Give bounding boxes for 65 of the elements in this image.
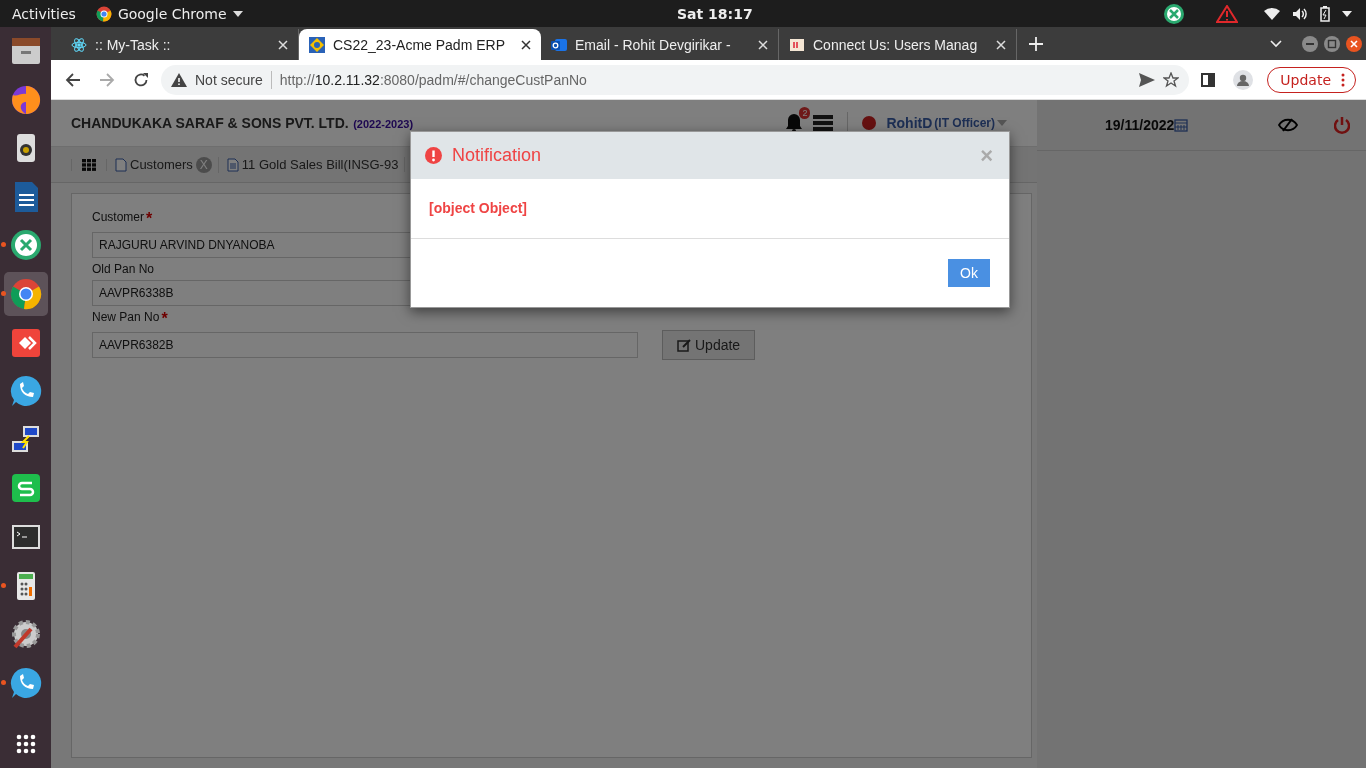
bell-icon[interactable] <box>785 113 804 133</box>
chrome-icon <box>8 276 43 311</box>
maximize-icon[interactable] <box>1324 36 1340 52</box>
address-field[interactable]: Not secure http://10.2.11.32:8080/padm/#/changeCustPanNo <box>161 64 1190 95</box>
battery-icon[interactable] <box>1320 5 1330 22</box>
volume-icon[interactable] <box>1292 6 1308 21</box>
app-grid-icon[interactable] <box>15 734 36 754</box>
input-field[interactable]: AAVPR6382B <box>92 332 638 358</box>
field-label: Customer <box>92 210 144 224</box>
update-button[interactable]: Update <box>662 330 756 360</box>
app-menu[interactable]: Google Chrome <box>95 5 243 22</box>
chevron-down-icon[interactable] <box>1270 40 1282 48</box>
browser-tab[interactable]: CS22_23-Acme Padm ERP <box>299 29 541 60</box>
mail-icon <box>551 36 567 53</box>
document-icon <box>226 157 239 172</box>
star-icon[interactable] <box>1163 71 1180 88</box>
dialog-message: [object Object] <box>429 200 527 216</box>
diamond-icon <box>309 36 325 53</box>
close-icon[interactable] <box>1346 36 1362 52</box>
kebab-menu-icon[interactable] <box>1341 72 1345 87</box>
sync-icon[interactable] <box>1164 3 1184 24</box>
required-mark: * <box>161 310 168 328</box>
atom-icon <box>71 36 87 53</box>
warning-icon <box>171 72 187 87</box>
caret-icon <box>232 10 243 17</box>
field-label: New Pan No <box>92 310 160 324</box>
new-tab-icon[interactable] <box>1029 37 1043 51</box>
close-icon[interactable] <box>521 39 531 50</box>
eye-slash-icon[interactable] <box>1278 118 1298 132</box>
caret-icon[interactable] <box>1342 10 1352 17</box>
update-button[interactable]: Update <box>1267 66 1356 93</box>
activities-button[interactable]: Activities <box>12 5 76 22</box>
wifi-icon[interactable] <box>1264 6 1280 21</box>
back-icon[interactable] <box>65 71 81 88</box>
ok-button[interactable]: Ok <box>948 259 990 287</box>
power-icon[interactable] <box>1334 116 1350 134</box>
date-text: 19/11/2022 <box>1105 117 1175 133</box>
page-tab[interactable]: 11 Gold Sales Bill(INSG-93 <box>218 157 406 172</box>
sync-icon <box>8 228 43 263</box>
phone-icon <box>8 665 43 700</box>
reload-icon[interactable] <box>133 71 149 88</box>
side-panel-icon[interactable] <box>1201 72 1216 87</box>
status-dot <box>862 116 877 130</box>
file-icon <box>115 157 127 172</box>
alert-icon <box>425 147 442 164</box>
dialog-title: Notification <box>452 145 542 166</box>
page-icon <box>789 36 805 53</box>
financial-year: (2022-2023) <box>353 118 414 130</box>
company-name: CHANDUKAKA SARAF & SONS PVT. LTD. <box>71 115 349 131</box>
phone-icon <box>8 374 43 409</box>
warning-icon[interactable] <box>1216 4 1238 23</box>
clock[interactable]: Sat 18:17 <box>677 5 753 22</box>
chrome-icon <box>95 5 112 22</box>
required-mark: * <box>146 210 153 228</box>
calendar-icon[interactable] <box>1174 118 1189 132</box>
user-menu[interactable]: RohitD(IT Officer) <box>886 115 1007 131</box>
minimize-icon[interactable] <box>1302 36 1318 52</box>
field-label: Old Pan No <box>92 262 155 276</box>
send-icon[interactable] <box>1139 72 1156 87</box>
notification-badge: 2 <box>799 107 811 119</box>
server-icon[interactable] <box>813 115 834 131</box>
grid-icon[interactable] <box>71 158 107 171</box>
profile-icon[interactable] <box>1233 69 1254 90</box>
dock-app[interactable] <box>3 271 48 316</box>
edit-icon <box>677 338 691 352</box>
